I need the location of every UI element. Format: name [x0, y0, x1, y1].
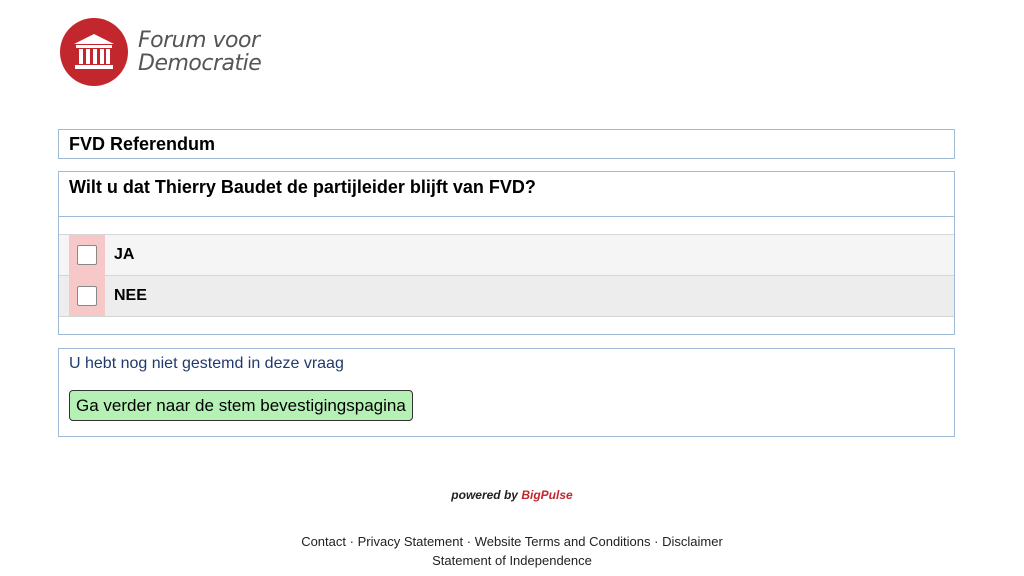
option-label[interactable]: NEE [114, 287, 147, 305]
option-label[interactable]: JA [114, 246, 134, 264]
option-checkbox-nee[interactable] [77, 286, 97, 306]
ballot-title: FVD Referendum [69, 134, 216, 154]
footer-links: Contact · Privacy Statement · Website Te… [0, 532, 1024, 551]
powered-by-prefix: powered by [451, 488, 518, 502]
logo-text: Forum voor Democratie [138, 28, 262, 76]
site-logo[interactable]: Forum voor Democratie [60, 18, 262, 86]
vote-status-message: U hebt nog niet gestemd in deze vraag [69, 355, 344, 372]
footer: Contact · Privacy Statement · Website Te… [0, 532, 1024, 570]
temple-icon [60, 18, 128, 86]
question-box: Wilt u dat Thierry Baudet de partijleide… [58, 171, 955, 335]
bigpulse-logo: BigPulse [521, 488, 573, 502]
option-nee[interactable]: NEE [59, 276, 954, 317]
option-checkbox-ja[interactable] [77, 245, 97, 265]
option-list: JA NEE [59, 234, 954, 317]
footer-link-privacy[interactable]: Privacy Statement [358, 534, 464, 549]
question-divider [59, 216, 954, 217]
footer-separator: · [466, 534, 472, 549]
option-ja[interactable]: JA [59, 235, 954, 276]
option-checkbox-cell[interactable] [69, 276, 105, 316]
logo-line-1: Forum voor [138, 28, 260, 53]
question-text: Wilt u dat Thierry Baudet de partijleide… [69, 177, 536, 197]
footer-separator: · [654, 534, 659, 549]
footer-link-disclaimer[interactable]: Disclaimer [662, 534, 723, 549]
footer-separator: · [349, 534, 354, 549]
logo-line-2: Democratie [138, 51, 262, 76]
option-checkbox-cell[interactable] [69, 235, 105, 275]
status-box: U hebt nog niet gestemd in deze vraag Ga… [58, 348, 955, 437]
ballot-title-box: FVD Referendum [58, 129, 955, 159]
powered-by[interactable]: powered by BigPulse [0, 488, 1024, 502]
footer-link-contact[interactable]: Contact [301, 534, 346, 549]
footer-link-independence[interactable]: Statement of Independence [432, 553, 592, 568]
footer-link-terms[interactable]: Website Terms and Conditions [475, 534, 651, 549]
continue-button[interactable]: Ga verder naar de stem bevestigingspagin… [69, 390, 413, 421]
